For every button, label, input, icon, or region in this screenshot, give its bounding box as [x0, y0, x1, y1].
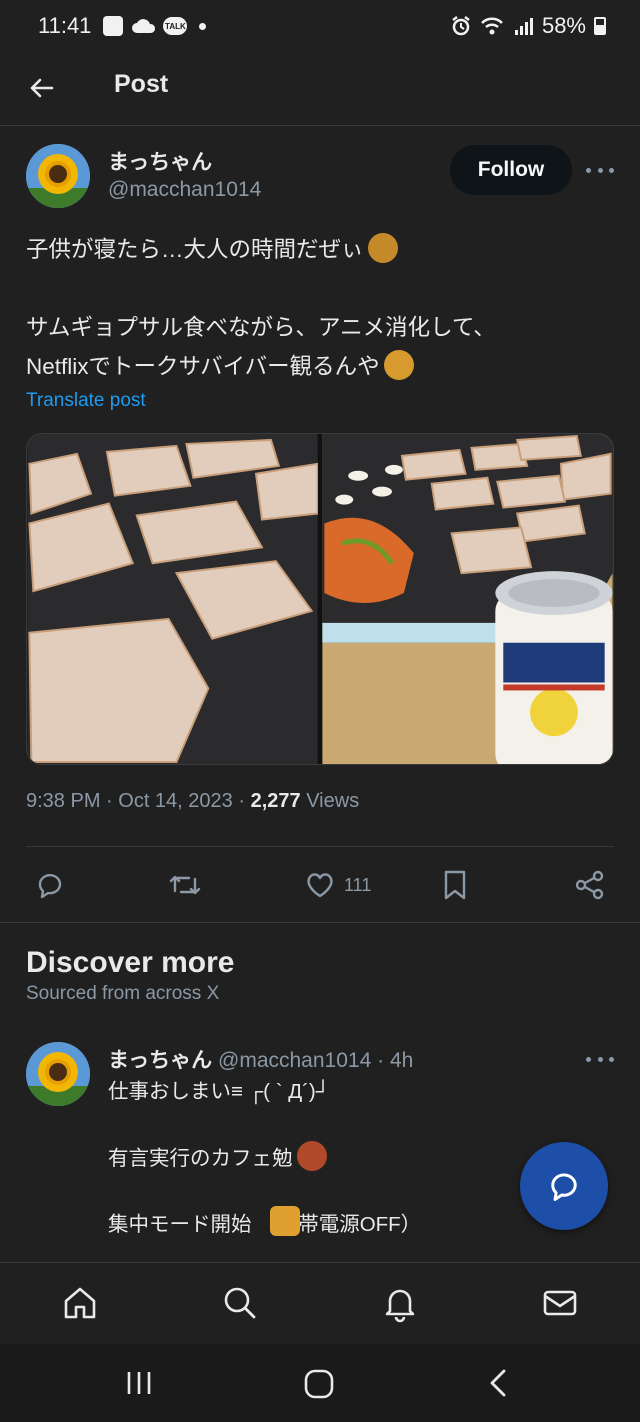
recent-apps-icon[interactable]: [124, 1368, 154, 1398]
tweet2-line-3: 有言実行のカフェ勉: [108, 1147, 293, 1170]
post-line-4: Netflixでトークサバイバー観るんや: [26, 354, 380, 379]
reply-fab-button[interactable]: [520, 1142, 608, 1230]
woozy-face-emoji-icon: [367, 233, 398, 263]
tweet2-line-2: [108, 1108, 548, 1141]
battery-percent: 58%: [541, 13, 586, 38]
tweet2-text[interactable]: 仕事おしまい≡ ┌( ` Д´)┘ 有言実行のカフェ勉 集中モード開始 （携帯電…: [108, 1075, 548, 1241]
compose-reply-icon: [551, 1173, 577, 1201]
media-image-grill-can[interactable]: [322, 434, 613, 764]
bottom-navigation: [0, 1262, 640, 1344]
top-app-bar: Post: [0, 52, 640, 126]
drooling-face-emoji-icon: [383, 350, 414, 380]
like-count: 111: [344, 874, 372, 895]
bookmark-icon: [444, 870, 466, 900]
writing-hand-emoji-icon: [270, 1206, 300, 1236]
reply-button[interactable]: [34, 868, 66, 902]
views-count: 2,277: [250, 790, 301, 812]
tweet2-line-1: 仕事おしまい≡ ┌( ` Д´)┘: [108, 1080, 331, 1103]
section-divider: [0, 922, 640, 923]
divider: [26, 846, 614, 847]
status-bar: 11:41 TALK 58%: [0, 0, 640, 52]
repost-button[interactable]: [168, 868, 202, 902]
back-button-icon[interactable]: [484, 1368, 514, 1398]
post-date[interactable]: Oct 14, 2023: [118, 790, 233, 812]
talk-notification-icon: TALK: [163, 17, 188, 35]
follow-button[interactable]: Follow: [450, 145, 572, 195]
post-time[interactable]: 9:38 PM: [26, 790, 100, 812]
author-handle[interactable]: @macchan1014: [108, 178, 261, 202]
share-button[interactable]: [574, 868, 606, 902]
author-name[interactable]: まっちゃん: [108, 146, 212, 176]
more-options-icon[interactable]: [586, 165, 614, 175]
tweet2-age: 4h: [389, 1049, 414, 1072]
status-right: 58%: [450, 13, 606, 39]
media-image-grill-pork[interactable]: [27, 434, 318, 764]
tweet2-author-name[interactable]: まっちゃん: [108, 1049, 212, 1072]
status-time: 11:41: [38, 13, 92, 38]
arrow-left-icon[interactable]: [26, 72, 58, 104]
tweet2-author-handle[interactable]: @macchan1014: [218, 1049, 371, 1072]
discover-subtitle: Sourced from across X: [26, 983, 220, 1004]
reply-icon: [38, 873, 62, 899]
share-icon: [575, 870, 604, 900]
gallery-notification-icon: [103, 16, 124, 36]
tweet2-avatar[interactable]: [26, 1042, 90, 1106]
home-icon[interactable]: [60, 1283, 100, 1323]
like-button[interactable]: 111: [304, 868, 371, 902]
tweet2-more-options-icon[interactable]: [586, 1054, 614, 1064]
avatar[interactable]: [26, 144, 90, 208]
bell-icon[interactable]: [380, 1283, 420, 1323]
home-button-icon[interactable]: [303, 1368, 335, 1400]
post-text: 子供が寝たら…大人の時間だぜぃ サムギョプサル食べながら、アニメ消化して、 Ne…: [26, 230, 616, 386]
post-actions: 111: [0, 860, 640, 910]
heart-icon: [307, 873, 333, 898]
coffee-bowl-emoji-icon: [296, 1141, 327, 1171]
more-notifications-dot-icon: [199, 22, 207, 30]
bookmark-button[interactable]: [440, 868, 470, 902]
cloud-icon: [132, 19, 156, 33]
post-line-3: サムギョプサル食べながら、アニメ消化して、: [26, 315, 496, 340]
post-media[interactable]: [26, 433, 614, 765]
page-title: Post: [114, 70, 169, 98]
translate-post-link[interactable]: Translate post: [26, 390, 146, 412]
repost-icon: [169, 875, 201, 895]
search-icon[interactable]: [220, 1283, 260, 1323]
tweet2-header: まっちゃん @macchan1014 · 4h: [108, 1049, 414, 1072]
post-line-1: 子供が寝たら…大人の時間だぜぃ: [26, 237, 364, 262]
tweet2-line-4: [108, 1175, 548, 1208]
system-navigation-bar: [0, 1344, 640, 1422]
alarm-icon: [452, 16, 470, 36]
views-label: Views: [306, 790, 360, 812]
wifi-icon: [481, 17, 503, 35]
post-meta: 9:38 PM · Oct 14, 2023 · 2,277 Views: [26, 790, 360, 812]
signal-icon: [514, 18, 533, 35]
tweet2-line-5: 集中モード開始 （携帯電源OFF）: [108, 1213, 422, 1236]
battery-icon: [594, 17, 606, 35]
mail-icon[interactable]: [540, 1283, 580, 1323]
post-line-2: [26, 269, 616, 308]
discover-title: Discover more: [26, 946, 235, 979]
